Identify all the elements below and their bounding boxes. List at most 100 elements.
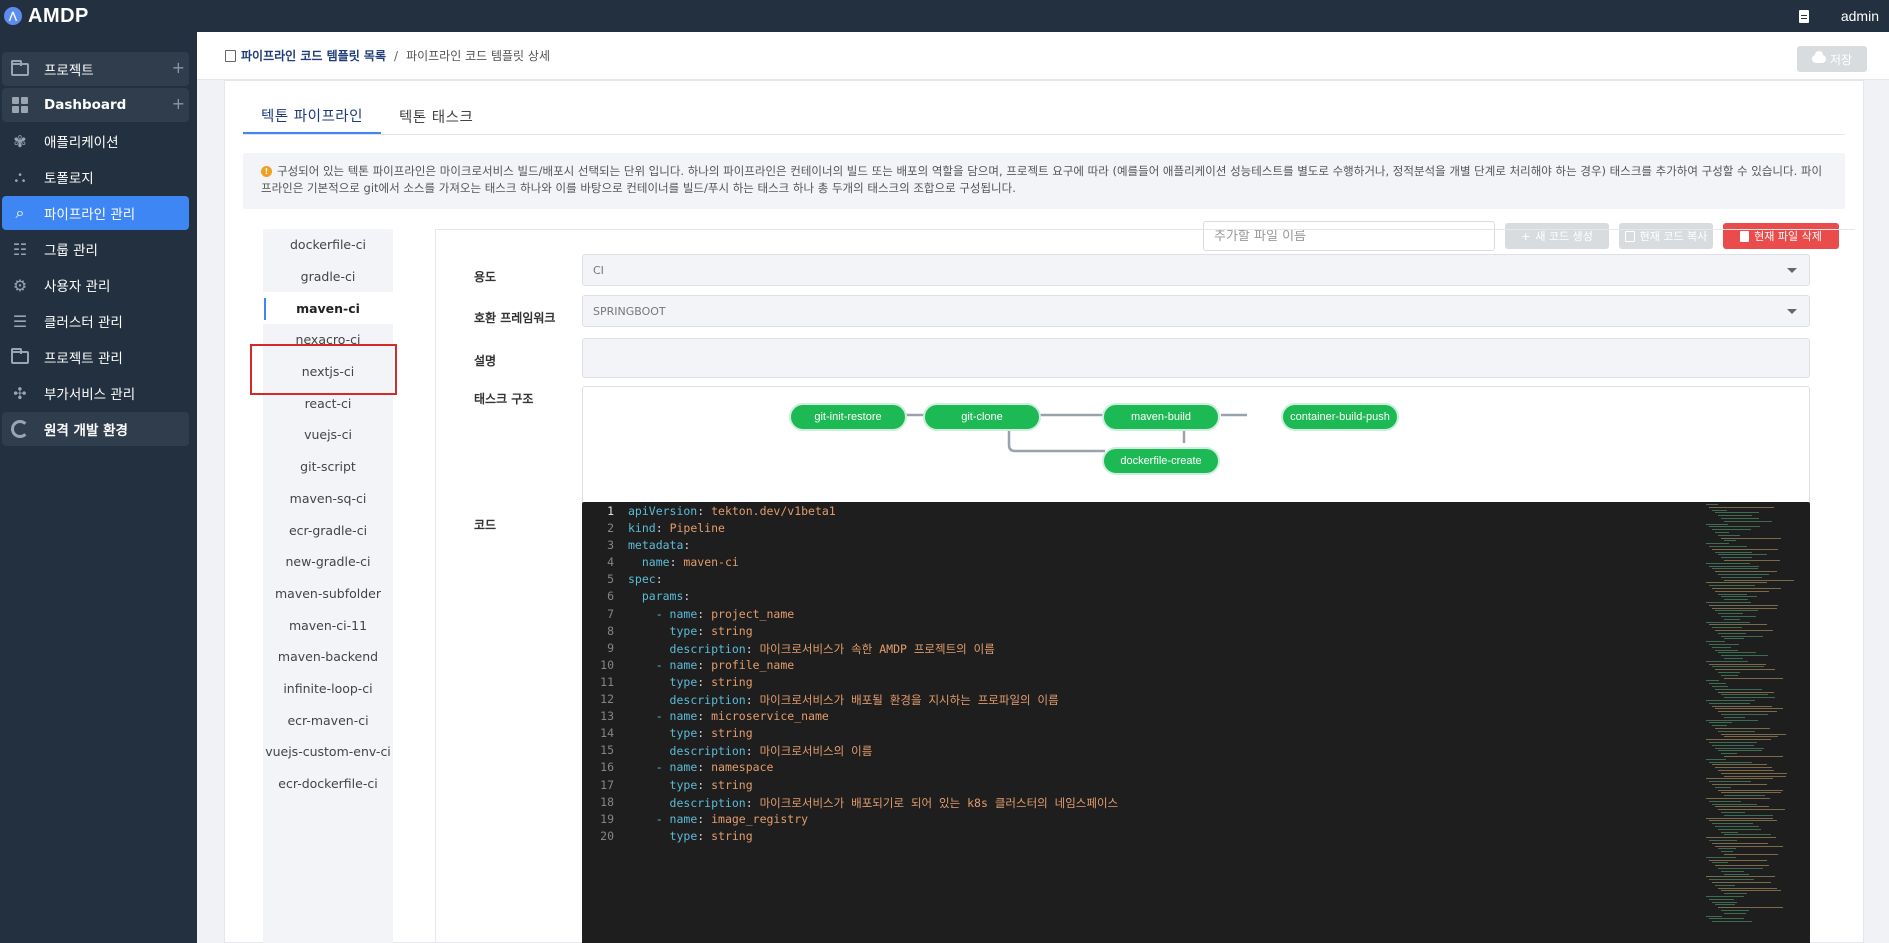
code-text: - name: project_name <box>628 606 795 621</box>
template-item[interactable]: react-ci <box>263 387 393 419</box>
template-item[interactable]: ecr-dockerfile-ci <box>263 768 393 800</box>
template-item[interactable]: new-gradle-ci <box>263 546 393 578</box>
breadcrumb-separator: / <box>394 48 399 63</box>
tab-tekton-task[interactable]: 텍톤 태스크 <box>381 98 491 134</box>
minimap-line <box>1715 532 1729 533</box>
code-line: 18 description: 마이크로서비스가 배포되기로 되어 있는 k8s… <box>582 795 1810 812</box>
template-item[interactable]: ecr-maven-ci <box>263 704 393 736</box>
template-item[interactable]: vuejs-ci <box>263 419 393 451</box>
add-dashboard-icon[interactable]: + <box>172 96 185 112</box>
code-text: - name: microservice_name <box>628 709 829 724</box>
template-item[interactable]: maven-backend <box>263 641 393 673</box>
minimap-line <box>1721 772 1787 774</box>
line-number: 6 <box>607 589 614 604</box>
sidebar-item-addon[interactable]: ✣ 부가서비스 관리 <box>2 376 189 410</box>
sidebar-item-group[interactable]: ☷ 그룹 관리 <box>2 232 189 266</box>
minimap-line <box>1721 576 1763 578</box>
breadcrumb-link[interactable]: 파이프라인 코드 템플릿 목록 <box>241 47 386 64</box>
minimap-line <box>1724 756 1784 757</box>
sidebar-item-dashboard[interactable]: Dashboard + <box>2 88 189 122</box>
minimap-line <box>1709 702 1750 704</box>
sidebar-item-label: 사용자 관리 <box>44 279 111 295</box>
line-number: 10 <box>600 657 614 672</box>
sidebar-item-pipeline[interactable]: ⌕ 파이프라인 관리 <box>2 196 189 230</box>
main-card: 텍톤 파이프라인 텍톤 태스크 ! 구성되어 있는 텍톤 파이프라인은 마이크로서… <box>224 80 1864 943</box>
template-item[interactable]: vuejs-custom-env-ci <box>263 736 393 768</box>
code-line: 14 type: string <box>582 726 1810 743</box>
template-item[interactable]: maven-subfolder <box>263 578 393 610</box>
minimap-line <box>1709 742 1758 743</box>
tab-tekton-pipeline[interactable]: 텍톤 파이프라인 <box>243 98 381 134</box>
template-item[interactable]: git-script <box>263 451 393 483</box>
document-icon[interactable] <box>1798 9 1809 23</box>
code-editor[interactable]: 1 apiVersion: tekton.dev/v1beta1 2 kind: Pi… <box>582 502 1810 943</box>
minimap-line <box>1709 604 1778 606</box>
sidebar-item-project[interactable]: 프로젝트 + <box>2 52 189 86</box>
minimap-line <box>1721 616 1757 617</box>
code-line: 10 - name: profile_name <box>582 658 1810 675</box>
template-item[interactable]: maven-sq-ci <box>263 483 393 515</box>
add-project-icon[interactable]: + <box>172 60 185 76</box>
minimap-line <box>1721 557 1752 559</box>
sidebar-item-remote-env[interactable]: 원격 개발 환경 <box>2 412 189 446</box>
minimap-line <box>1706 543 1729 545</box>
minimap-line <box>1712 823 1754 825</box>
description-label: 설명 <box>474 354 497 368</box>
code-minimap[interactable] <box>1706 502 1800 943</box>
sidebar-item-label: 애플리케이션 <box>44 135 119 151</box>
minimap-line <box>1706 700 1755 701</box>
template-item[interactable]: infinite-loop-ci <box>263 673 393 705</box>
task-node-maven-build[interactable]: maven-build <box>1102 403 1220 431</box>
code-line: 12 description: 마이크로서비스가 배포될 환경을 지시하는 프로… <box>582 692 1810 709</box>
minimap-line <box>1715 512 1760 514</box>
minimap-line <box>1715 747 1765 749</box>
usage-select[interactable]: CI <box>582 254 1810 286</box>
task-node-git-init-restore[interactable]: git-init-restore <box>789 403 907 431</box>
sidebar-item-project-management[interactable]: 프로젝트 관리 <box>2 340 189 374</box>
minimap-line <box>1715 590 1769 592</box>
task-node-git-clone[interactable]: git-clone <box>923 403 1041 431</box>
minimap-line <box>1721 694 1769 696</box>
minimap-line <box>1715 571 1778 573</box>
minimap-line <box>1706 817 1774 819</box>
minimap-line <box>1724 599 1748 601</box>
description-field[interactable] <box>582 338 1810 378</box>
user-name[interactable]: admin <box>1841 8 1879 24</box>
template-item-selected[interactable]: maven-ci <box>263 292 393 325</box>
sidebar-item-user[interactable]: ⚙ 사용자 관리 <box>2 268 189 302</box>
task-node-dockerfile-create[interactable]: dockerfile-create <box>1102 447 1220 475</box>
notice-text: 구성되어 있는 텍톤 파이프라인은 마이크로서비스 빌드/배포시 선택되는 단위… <box>261 164 1823 195</box>
save-button-label: 저장 <box>1829 52 1853 67</box>
template-item[interactable]: nexacro-ci <box>263 324 393 356</box>
template-item[interactable]: maven-ci-11 <box>263 609 393 641</box>
minimap-line <box>1706 915 1723 917</box>
folder-icon <box>10 59 30 78</box>
framework-select[interactable]: SPRINGBOOT <box>582 295 1810 327</box>
sidebar-item-cluster[interactable]: ☰ 클러스터 관리 <box>2 304 189 338</box>
sidebar-item-label: 부가서비스 관리 <box>44 387 136 403</box>
minimap-line <box>1724 912 1746 914</box>
sidebar-item-topology[interactable]: ⛬ 토폴로지 <box>2 160 189 194</box>
template-item[interactable]: gradle-ci <box>263 261 393 293</box>
minimap-line <box>1712 921 1752 923</box>
minimap-line <box>1721 831 1738 833</box>
sidebar-item-label: 프로젝트 관리 <box>44 351 123 367</box>
app-logo[interactable]: ⋀ AMDP <box>0 5 89 28</box>
minimap-line <box>1712 725 1727 727</box>
code-line: 7 - name: project_name <box>582 607 1810 624</box>
sidebar-item-application[interactable]: ✾ 애플리케이션 <box>2 124 189 158</box>
template-item[interactable]: ecr-gradle-ci <box>263 514 393 546</box>
minimap-line <box>1718 750 1763 752</box>
template-item[interactable]: dockerfile-ci <box>263 229 393 261</box>
line-number: 3 <box>607 538 614 553</box>
save-button[interactable]: 저장 <box>1797 46 1867 72</box>
task-node-container-build-push[interactable]: container-build-push <box>1281 403 1399 431</box>
minimap-line <box>1718 574 1769 575</box>
minimap-line <box>1709 761 1752 763</box>
minimap-line <box>1715 630 1774 631</box>
dashboard-icon <box>10 96 30 114</box>
template-item[interactable]: nextjs-ci <box>263 356 393 388</box>
minimap-line <box>1715 865 1770 867</box>
framework-label: 호환 프레임워크 <box>474 311 556 325</box>
minimap-line <box>1724 560 1781 561</box>
